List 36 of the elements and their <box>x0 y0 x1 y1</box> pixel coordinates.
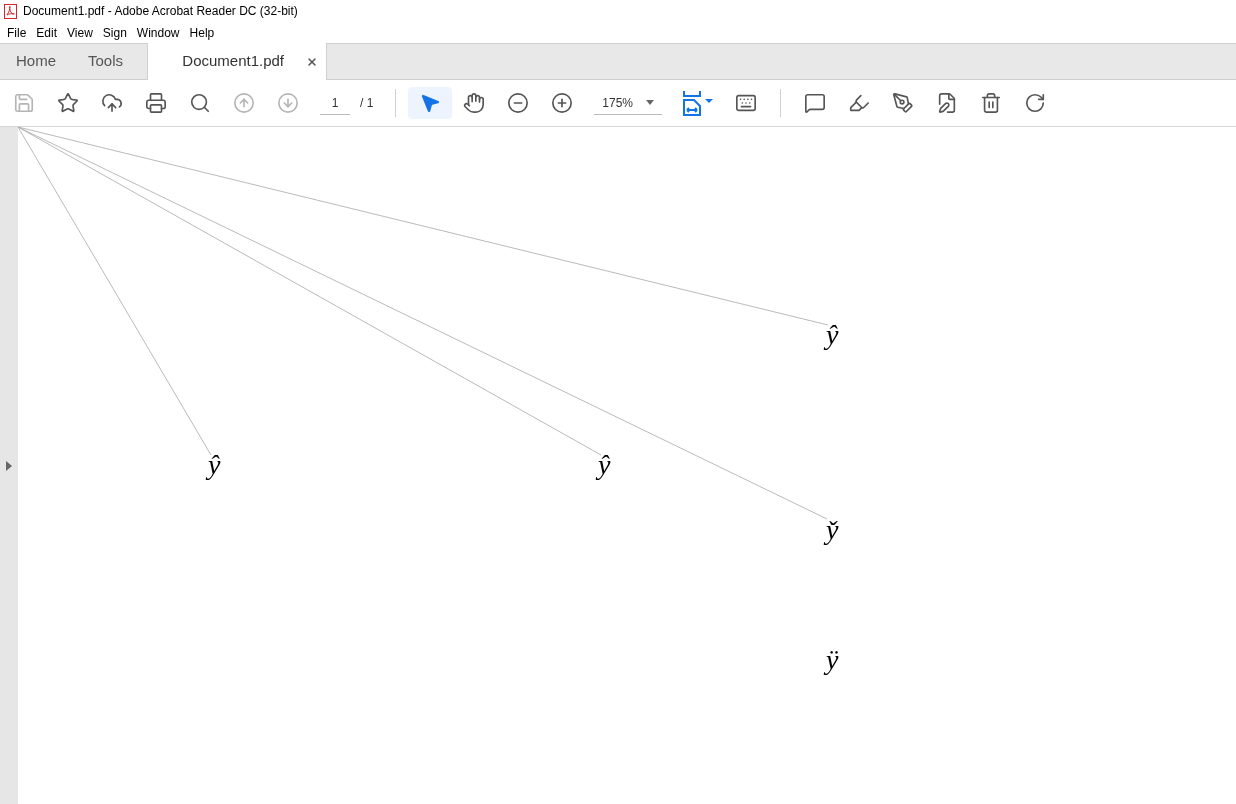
tab[interactable]: Document1.pdf <box>147 43 328 80</box>
page-number-field[interactable]: 1 <box>320 91 350 115</box>
select-button[interactable] <box>408 87 453 119</box>
window-title: Document1.pdf - Adobe Acrobat Reader DC (32-bit) <box>23 3 298 20</box>
search-icon <box>189 92 211 114</box>
keyboard-icon <box>735 92 758 114</box>
zoom-in-icon <box>551 92 574 114</box>
zoom-out-icon <box>507 92 530 114</box>
pen-icon <box>892 92 915 114</box>
menu-item[interactable]: Help <box>184 23 220 42</box>
menu-item[interactable]: Sign <box>97 23 132 42</box>
menu-item[interactable]: Edit <box>31 23 63 42</box>
cloud-upload-icon <box>101 92 123 114</box>
page-count: / 1 <box>360 95 374 112</box>
hand-icon <box>463 92 486 114</box>
arrow-up-icon <box>233 92 255 114</box>
rotate-icon <box>1024 92 1047 114</box>
save-icon <box>13 92 35 114</box>
dropdown-arrow-icon <box>646 100 655 105</box>
menu-item[interactable]: File <box>2 23 32 42</box>
highlighter-icon <box>848 92 871 114</box>
tab[interactable]: Tools <box>72 43 140 79</box>
close-icon[interactable] <box>306 55 319 68</box>
menu-item[interactable]: View <box>62 23 98 42</box>
pdf-file-icon <box>4 3 17 19</box>
trash-icon <box>980 92 1003 114</box>
arrow-down-icon <box>277 92 299 114</box>
menu-item[interactable]: Window <box>131 23 185 42</box>
expand-arrow-icon[interactable] <box>6 460 12 471</box>
tab[interactable]: Home <box>0 43 72 79</box>
fit-page-icon <box>681 90 716 116</box>
comment-icon <box>804 92 827 114</box>
print-icon <box>145 92 167 114</box>
star-icon <box>57 92 79 114</box>
zoom-field[interactable]: 175% <box>594 91 663 115</box>
pointer-icon <box>419 92 442 114</box>
